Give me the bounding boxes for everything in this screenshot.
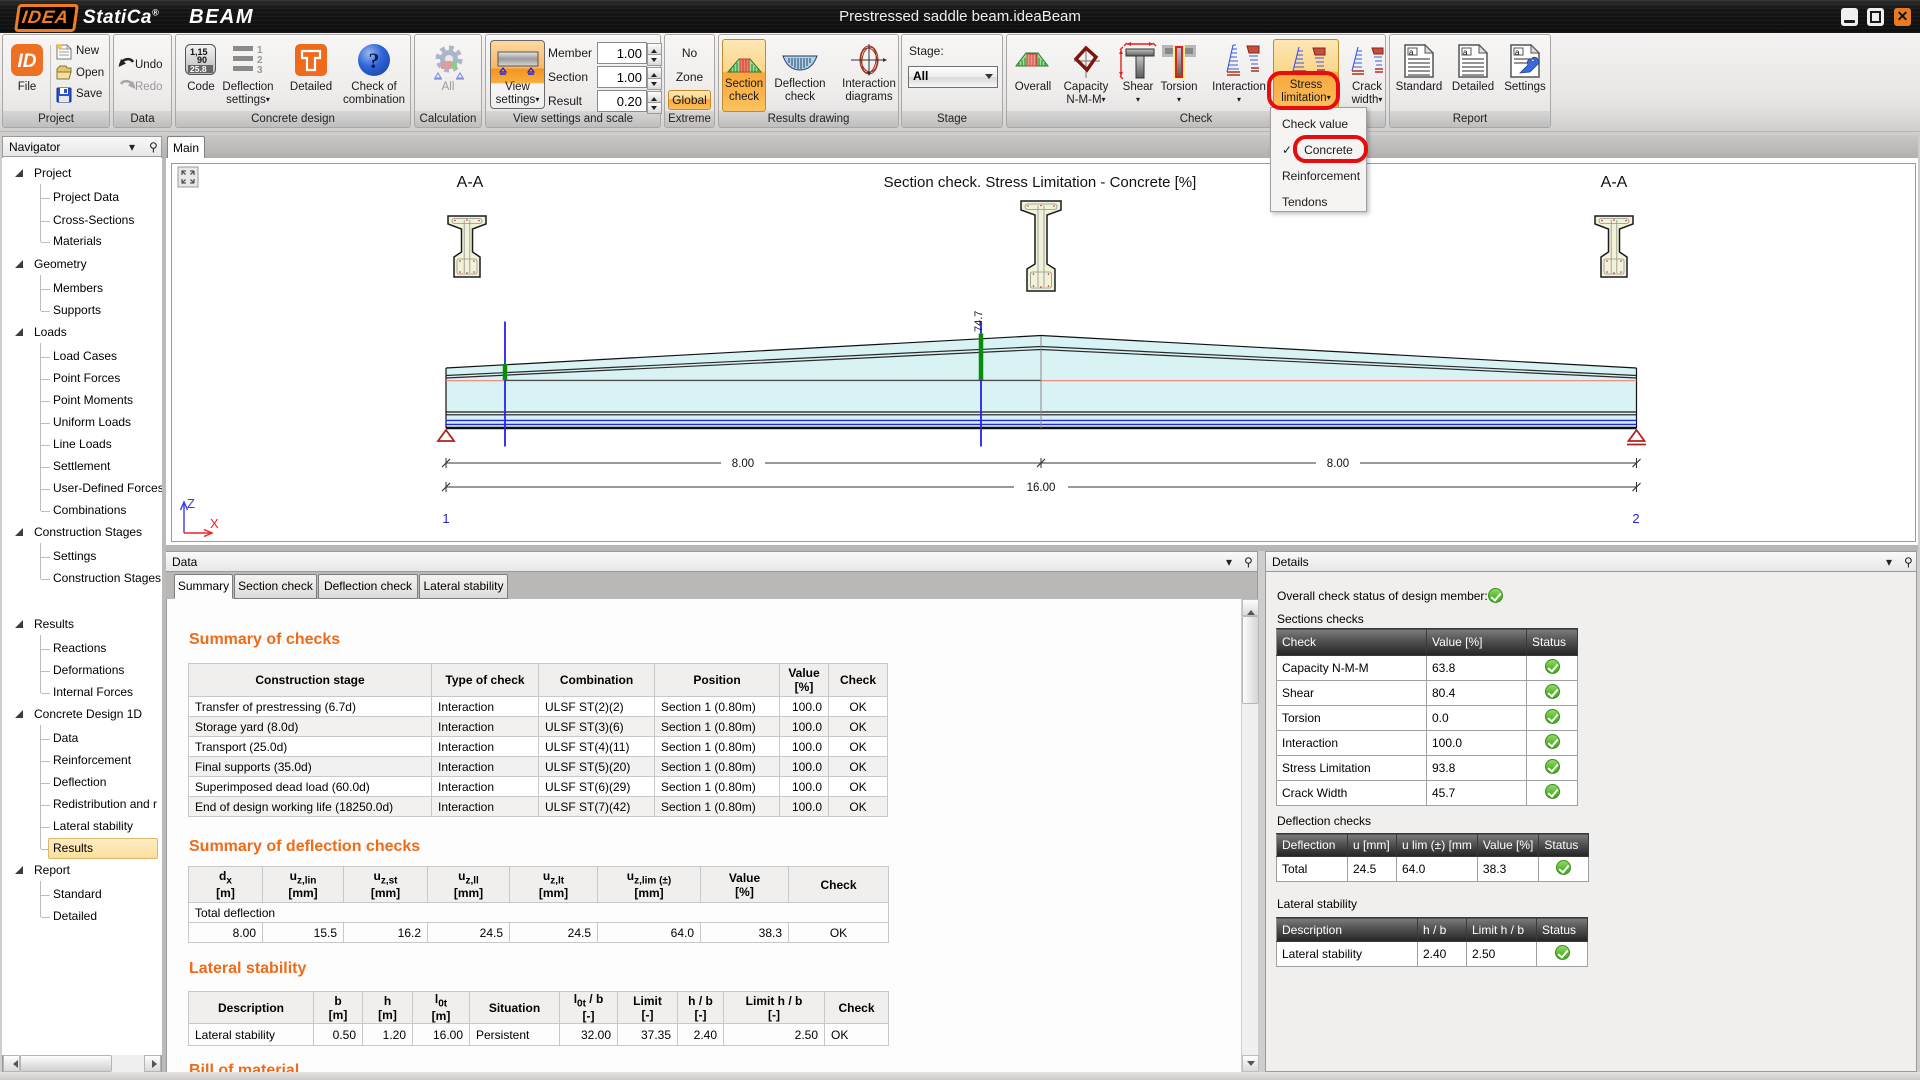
svg-text:3: 3 bbox=[257, 65, 263, 75]
svg-text:2: 2 bbox=[1632, 511, 1639, 526]
svg-text:Z: Z bbox=[187, 496, 195, 511]
svg-text:?: ? bbox=[369, 48, 380, 73]
svg-text:16.00: 16.00 bbox=[1027, 482, 1056, 494]
svg-text:A-A: A-A bbox=[1601, 174, 1628, 191]
svg-text:74.7: 74.7 bbox=[973, 311, 985, 332]
svg-text:Section check. Stress Limitati: Section check. Stress Limitation - Concr… bbox=[884, 174, 1197, 191]
svg-text:a: a bbox=[1515, 48, 1520, 57]
svg-text:ID: ID bbox=[18, 51, 37, 72]
svg-text:A-A: A-A bbox=[457, 174, 484, 191]
svg-text:a: a bbox=[1463, 48, 1468, 57]
svg-text:X: X bbox=[210, 516, 219, 531]
svg-text:a: a bbox=[1409, 48, 1414, 57]
svg-text:25.8: 25.8 bbox=[190, 64, 207, 74]
svg-text:8.00: 8.00 bbox=[732, 458, 754, 470]
svg-text:8.00: 8.00 bbox=[1327, 458, 1349, 470]
svg-text:1: 1 bbox=[442, 511, 449, 526]
